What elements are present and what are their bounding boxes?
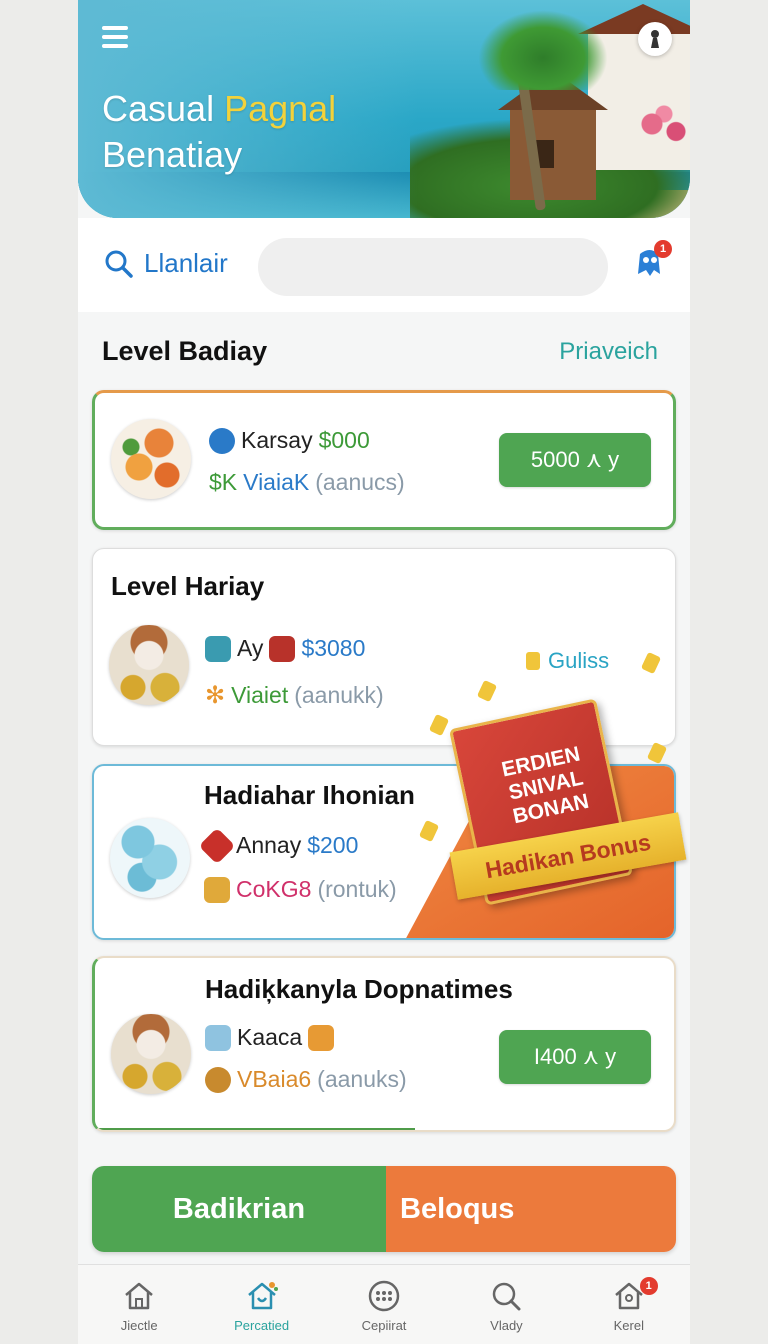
- card-3-name: Annay: [236, 832, 302, 858]
- nav-label: Vlady: [490, 1317, 523, 1333]
- card-3-sub-row: CoKG8 (rontuk): [204, 876, 397, 903]
- lamp-icon: [205, 1066, 231, 1093]
- card-2-sub-name: Viaiet: [231, 682, 289, 708]
- person-icon: [651, 30, 659, 48]
- card-2-title-row: Ay $3080: [205, 635, 365, 662]
- nav-item-vlady[interactable]: Vlady: [445, 1265, 567, 1344]
- cube-icon: [205, 1024, 231, 1051]
- card-3-amount: $200: [307, 832, 359, 858]
- profile-button[interactable]: [638, 22, 672, 56]
- nav-label: Jiectle: [120, 1317, 158, 1333]
- card-1-sub-note: (aanucs): [315, 469, 405, 495]
- nav-item-cepiirat[interactable]: Cepiirat: [323, 1265, 445, 1344]
- search-button[interactable]: Llanlair: [104, 248, 228, 279]
- hero-title-word: Casual: [102, 88, 215, 129]
- search-input[interactable]: [258, 238, 608, 296]
- charms-thumbnail: [110, 818, 190, 898]
- nav-label: Kerel: [613, 1317, 644, 1333]
- notification-button[interactable]: 1: [632, 240, 672, 280]
- hero-banner: Casual Pagnal Benatiay: [78, 0, 690, 218]
- cta-secondary-button[interactable]: Beloqus: [386, 1166, 676, 1252]
- palm-leaves: [478, 10, 608, 90]
- card-3-sub-note: (rontuk): [317, 876, 397, 902]
- nav-item-kerel[interactable]: 1 Kerel: [568, 1265, 690, 1344]
- nav-item-percatied[interactable]: Percatied: [200, 1265, 322, 1344]
- hero-title-line2: Benatiay: [102, 134, 243, 175]
- search-icon: [105, 250, 133, 278]
- gift-icon: [269, 635, 296, 662]
- card-1-sub-row: $K ViaiaK (aanucs): [209, 469, 405, 496]
- card-3-heading: Hadiahar Ihonian: [204, 780, 415, 810]
- coin-icon: [526, 652, 540, 670]
- card-4-title-row: Kaaca: [205, 1024, 335, 1051]
- hero-title: Casual Pagnal Benatiay: [102, 86, 336, 178]
- ribbon-icon: [198, 827, 236, 864]
- house-heart-icon: [247, 1281, 278, 1309]
- card-1-sub-name: ViaiaK: [243, 469, 310, 495]
- star-icon: ✻: [205, 682, 226, 709]
- character-thumbnail: [109, 625, 189, 705]
- hero-flowers: [634, 104, 690, 154]
- compass-icon: [209, 427, 235, 454]
- card-1-claim-button[interactable]: 5000 ⋏ y: [499, 433, 651, 487]
- nav-item-home[interactable]: Jiectle: [78, 1265, 200, 1344]
- card-4-sub-row: VBaia6 (aanuks): [205, 1066, 407, 1093]
- hamburger-menu-icon[interactable]: [102, 26, 128, 52]
- card-1-title-row: Karsay $000: [209, 427, 370, 454]
- notification-badge: 1: [654, 240, 672, 258]
- nav-label: Percatied: [234, 1317, 290, 1333]
- home-icon: [125, 1282, 154, 1309]
- card-4-name: Kaaca: [237, 1024, 303, 1050]
- grid-dots-icon: [368, 1280, 400, 1311]
- section-preview-link[interactable]: Priaveich: [559, 338, 658, 366]
- card-1-name: Karsay: [241, 427, 313, 453]
- reward-card-4[interactable]: Hadiķkanyla Dopnatimes Kaaca VBaia6 (aan…: [92, 956, 676, 1132]
- card-1-sub-prefix: $K: [209, 469, 238, 495]
- card-1-amount: $000: [318, 427, 370, 453]
- gold-bar-icon: [204, 876, 230, 903]
- card-2-sub-row: ✻ Viaiet (aanukk): [205, 681, 384, 710]
- card-4-claim-button[interactable]: I400 ⋏ y: [499, 1030, 651, 1084]
- nav-label: Cepiirat: [361, 1317, 407, 1333]
- food-thumbnail: [111, 419, 191, 499]
- search-icon: [493, 1282, 521, 1310]
- reward-card-1[interactable]: Karsay $000 $K ViaiaK (aanucs) 5000 ⋏ y: [92, 390, 676, 530]
- cta-primary-button[interactable]: Badikrian: [92, 1166, 386, 1252]
- card-2-name: Ay: [237, 635, 264, 661]
- card-2-amount: $3080: [301, 635, 366, 661]
- promo-bonus-text: Guliss: [548, 648, 610, 673]
- card-3-sub-name: CoKG8: [236, 876, 312, 902]
- card-4-sub-note: (aanuks): [317, 1066, 407, 1092]
- card-2-heading: Level Hariay: [111, 571, 265, 601]
- section-title: Level Badiay: [102, 336, 268, 366]
- nav-notification-badge: 1: [639, 1277, 658, 1295]
- app-screen: Casual Pagnal Benatiay Llanlair 1 Level …: [78, 0, 690, 1344]
- card-2-sub-note: (aanukk): [294, 682, 384, 708]
- cta-bar: Badikrian Beloqus: [92, 1166, 676, 1252]
- card-4-heading: Hadiķkanyla Dopnatimes: [205, 974, 513, 1004]
- hero-title-accent: Pagnal: [224, 88, 337, 129]
- promo-bonus-label: Guliss: [526, 648, 609, 674]
- card-3-title-row: Annay $200: [198, 827, 359, 864]
- character-thumbnail: [111, 1014, 191, 1094]
- search-bar: Llanlair 1: [78, 218, 690, 312]
- card-4-sub-name: VBaia6: [237, 1066, 312, 1092]
- search-label: Llanlair: [144, 248, 228, 278]
- box-icon: [205, 635, 231, 662]
- gift-box-icon: [308, 1024, 335, 1051]
- bottom-navigation: Jiectle Percatied Cepiirat Vlady 1 Kerel: [78, 1264, 690, 1344]
